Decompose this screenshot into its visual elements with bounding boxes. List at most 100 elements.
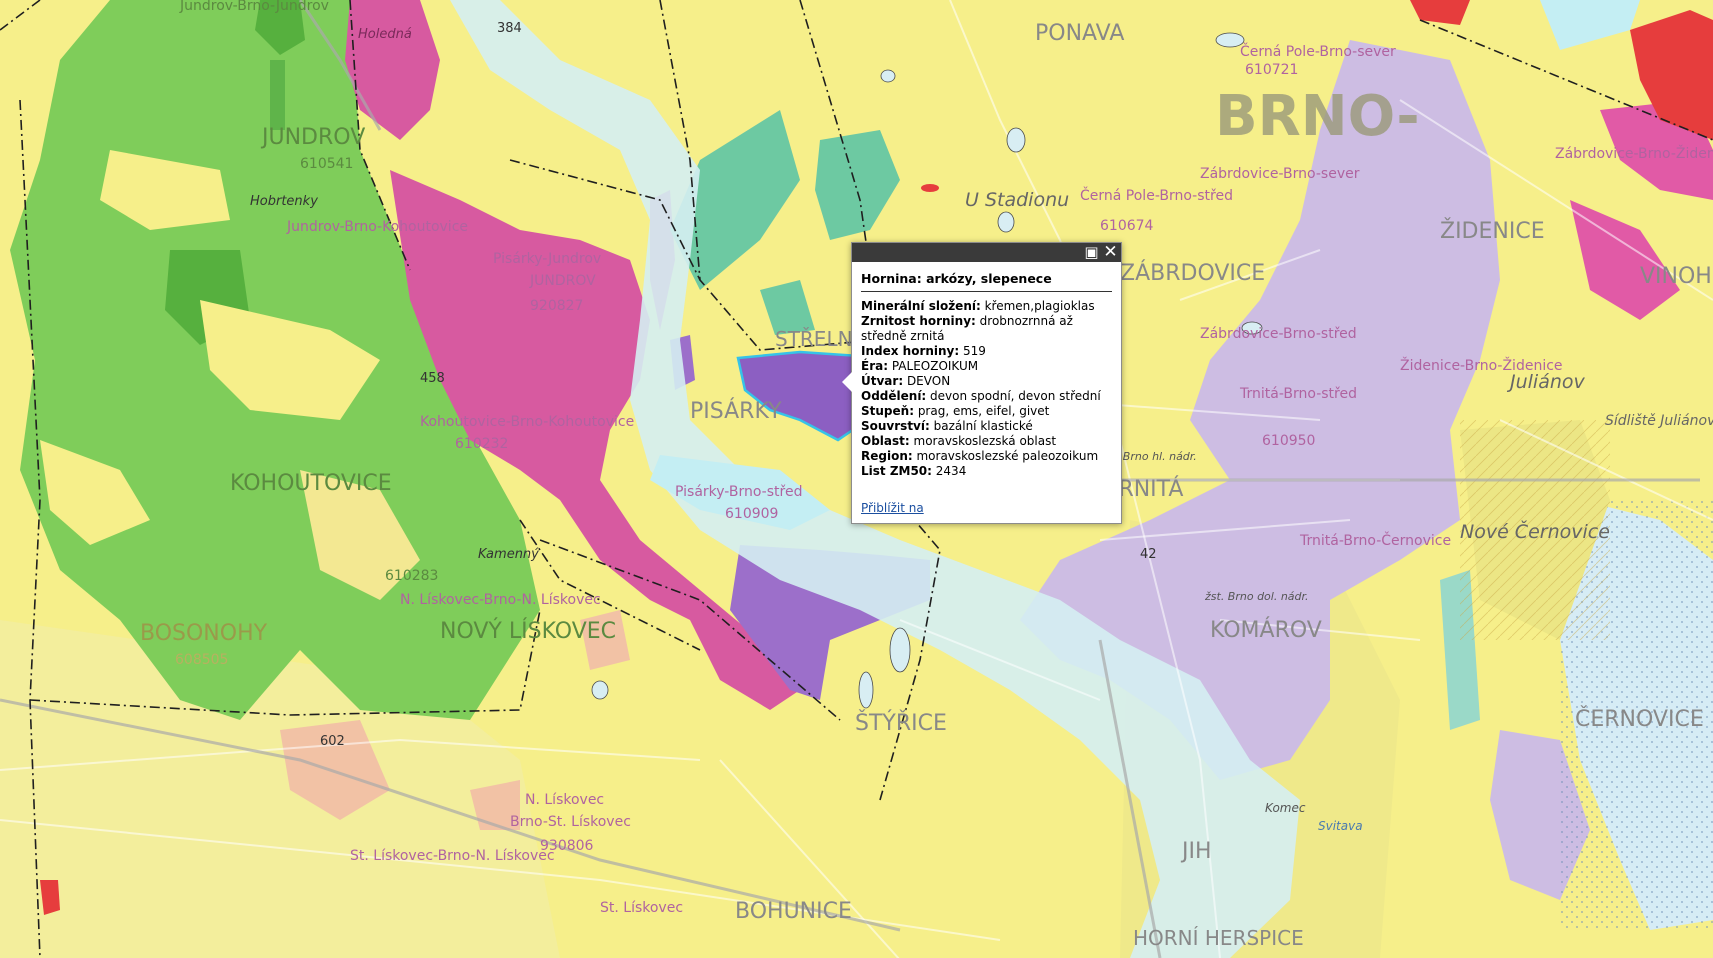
label-horni-herspice: HORNÍ HERSPICE [1133, 926, 1304, 950]
popup-titlebar: ▣ ✕ [852, 243, 1121, 262]
attribute-value: 2434 [931, 464, 967, 478]
label-jundrov: JUNDROV [260, 125, 365, 150]
label-pisarky-jundrov: Pisárky-Jundrov [493, 251, 601, 267]
label-sidliste-julianov: Sídliště Juliánov [1605, 413, 1713, 429]
attribute-row: Souvrství: bazální klastické [861, 419, 1112, 434]
zoom-to-link[interactable]: Přiblížit na [861, 501, 924, 515]
label-zabrdovice: ZÁBRDOVICE [1120, 260, 1265, 286]
label-kohoutovice-brno: Kohoutovice-Brno-Kohoutovice [420, 414, 634, 430]
label-kohoutovice: KOHOUTOVICE [230, 471, 392, 496]
label-nove-cernovice: Nové Černovice [1460, 519, 1610, 543]
close-icon[interactable]: ✕ [1102, 244, 1119, 261]
attribute-value: 519 [959, 344, 986, 358]
attribute-label: Oddělení: [861, 389, 927, 403]
label-trnita-brno-stred: Trnitá-Brno-střed [1239, 386, 1357, 402]
attribute-row: Minerální složení: křemen,plagioklas [861, 299, 1112, 314]
label-610950: 610950 [1262, 433, 1315, 449]
label-trnita-cernovice: Trnitá-Brno-Černovice [1299, 531, 1451, 549]
label-jundrov-brno-jundrov: Jundrov-Brno-Jundrov [179, 0, 329, 14]
attribute-value: devon spodní, devon střední [926, 389, 1101, 403]
attribute-value: bazální klastické [929, 419, 1033, 433]
label-zabrdovice-zidenice: Zábrdovice-Brno-Židenice [1555, 144, 1713, 162]
label-svitava: Svitava [1318, 819, 1363, 833]
attribute-value: moravskoslezské paleozoikum [912, 449, 1099, 463]
label-styrice: ŠTÝŘICE [855, 710, 947, 736]
attribute-list: Minerální složení: křemen,plagioklas Zrni… [861, 299, 1112, 479]
label-610674: 610674 [1100, 218, 1154, 234]
attribute-label: Zrnitost horniny: [861, 314, 976, 328]
label-brno: BRNO- [1215, 84, 1420, 149]
label-jundrov-code: 610541 [300, 156, 353, 172]
attribute-label: Region: [861, 449, 913, 463]
label-road-602: 602 [320, 734, 345, 749]
label-zst-brno-dol: žst. Brno dol. nádr. [1204, 590, 1309, 603]
label-komec: Komec [1265, 801, 1306, 815]
label-novy-liskovec: NOVÝ LÍSKOVEC [440, 618, 616, 644]
label-zabrdovice-stred: Zábrdovice-Brno-střed [1200, 326, 1357, 342]
label-bosonohy: BOSONOHY [140, 621, 268, 646]
attribute-value: prag, ems, eifel, givet [914, 404, 1050, 418]
label-road-42: 42 [1140, 547, 1157, 562]
label-cerna-pole-sever: Černá Pole-Brno-sever [1240, 42, 1396, 60]
label-cernovice: ČERNOVICE [1575, 706, 1704, 732]
attribute-label: Minerální složení: [861, 299, 981, 313]
attribute-row: Útvar: DEVON [861, 374, 1112, 389]
attribute-label: Souvrství: [861, 419, 930, 433]
label-cerna-pole-stred: Černá Pole-Brno-střed [1080, 186, 1233, 204]
attribute-row: Index horniny: 519 [861, 344, 1112, 359]
label-hobrtenky: Hobrtenky [250, 194, 318, 209]
label-holedna: Holedná [358, 27, 412, 42]
popup-title: Hornina: arkózy, slepenece [861, 271, 1112, 292]
label-vinohrady: VINOHRADY [1640, 264, 1713, 289]
label-458: 458 [420, 371, 445, 386]
label-610283: 610283 [385, 568, 438, 584]
label-610721: 610721 [1245, 62, 1298, 78]
label-st-liskovec-brno-n: St. Lískovec-Brno-N. Lískovec [350, 848, 555, 864]
attribute-label: Index horniny: [861, 344, 960, 358]
attribute-label: Útvar: [861, 374, 904, 388]
attribute-row: Oddělení: devon spodní, devon střední [861, 389, 1112, 404]
attribute-value: PALEOZOIKUM [888, 359, 979, 373]
label-610232: 610232 [455, 436, 508, 452]
label-u-stadionu: U Stadionu [965, 189, 1069, 211]
attribute-label: Oblast: [861, 434, 910, 448]
label-novy-liskovec-brno: N. Lískovec-Brno-N. Lískovec [400, 592, 601, 608]
label-pisarky: PISÁRKY [690, 398, 782, 424]
label-road-384: 384 [497, 21, 522, 36]
label-zidenice: ŽIDENICE [1440, 218, 1545, 244]
green-stripe [270, 60, 285, 130]
attribute-row: List ZM50: 2434 [861, 464, 1112, 479]
attribute-row: Éra: PALEOZOIKUM [861, 359, 1112, 374]
label-kamenny: Kamenný [478, 547, 539, 562]
label-jundrov-alt: JUNDROV [529, 273, 596, 289]
attribute-label: Éra: [861, 359, 889, 373]
attribute-row: Oblast: moravskoslezská oblast [861, 434, 1112, 449]
popup-content: Hornina: arkózy, slepenece Minerální slo… [852, 262, 1121, 521]
attribute-row: Region: moravskoslezské paleozoikum [861, 449, 1112, 464]
attribute-value: křemen,plagioklas [980, 299, 1095, 313]
label-jundrov-brno-kohoutovice: Jundrov-Brno-Kohoutovice [286, 219, 468, 235]
attribute-label: List ZM50: [861, 464, 932, 478]
label-ponava: PONAVA [1035, 21, 1124, 46]
feature-info-popup: ▣ ✕ Hornina: arkózy, slepenece Minerální… [842, 242, 1122, 524]
label-zabrdovice-sever: Zábrdovice-Brno-sever [1200, 166, 1360, 182]
label-pisarky-stred: Pisárky-Brno-střed [675, 484, 802, 500]
label-920827: 920827 [530, 298, 583, 314]
label-komarov: KOMÁROV [1210, 617, 1322, 643]
label-bohunice: BOHUNICE [735, 899, 852, 924]
attribute-value: moravskoslezská oblast [909, 434, 1057, 448]
red-spot [921, 184, 939, 192]
maximize-icon[interactable]: ▣ [1083, 244, 1100, 261]
label-n-liskovec: N. Lískovec [525, 792, 604, 808]
label-610909: 610909 [725, 506, 778, 522]
label-jih: JIH [1180, 839, 1212, 864]
label-julianov: Juliánov [1506, 371, 1586, 393]
attribute-row: Stupeň: prag, ems, eifel, givet [861, 404, 1112, 419]
attribute-row: Zrnitost horniny: drobnozrnná až středně… [861, 314, 1112, 344]
popup-pointer [842, 372, 852, 392]
attribute-label: Stupeň: [861, 404, 914, 418]
label-st-liskovec: St. Lískovec [600, 900, 683, 916]
label-608505: 608505 [175, 652, 228, 668]
attribute-value: DEVON [903, 374, 951, 388]
label-brno-st-liskovec: Brno-St. Lískovec [510, 814, 631, 830]
